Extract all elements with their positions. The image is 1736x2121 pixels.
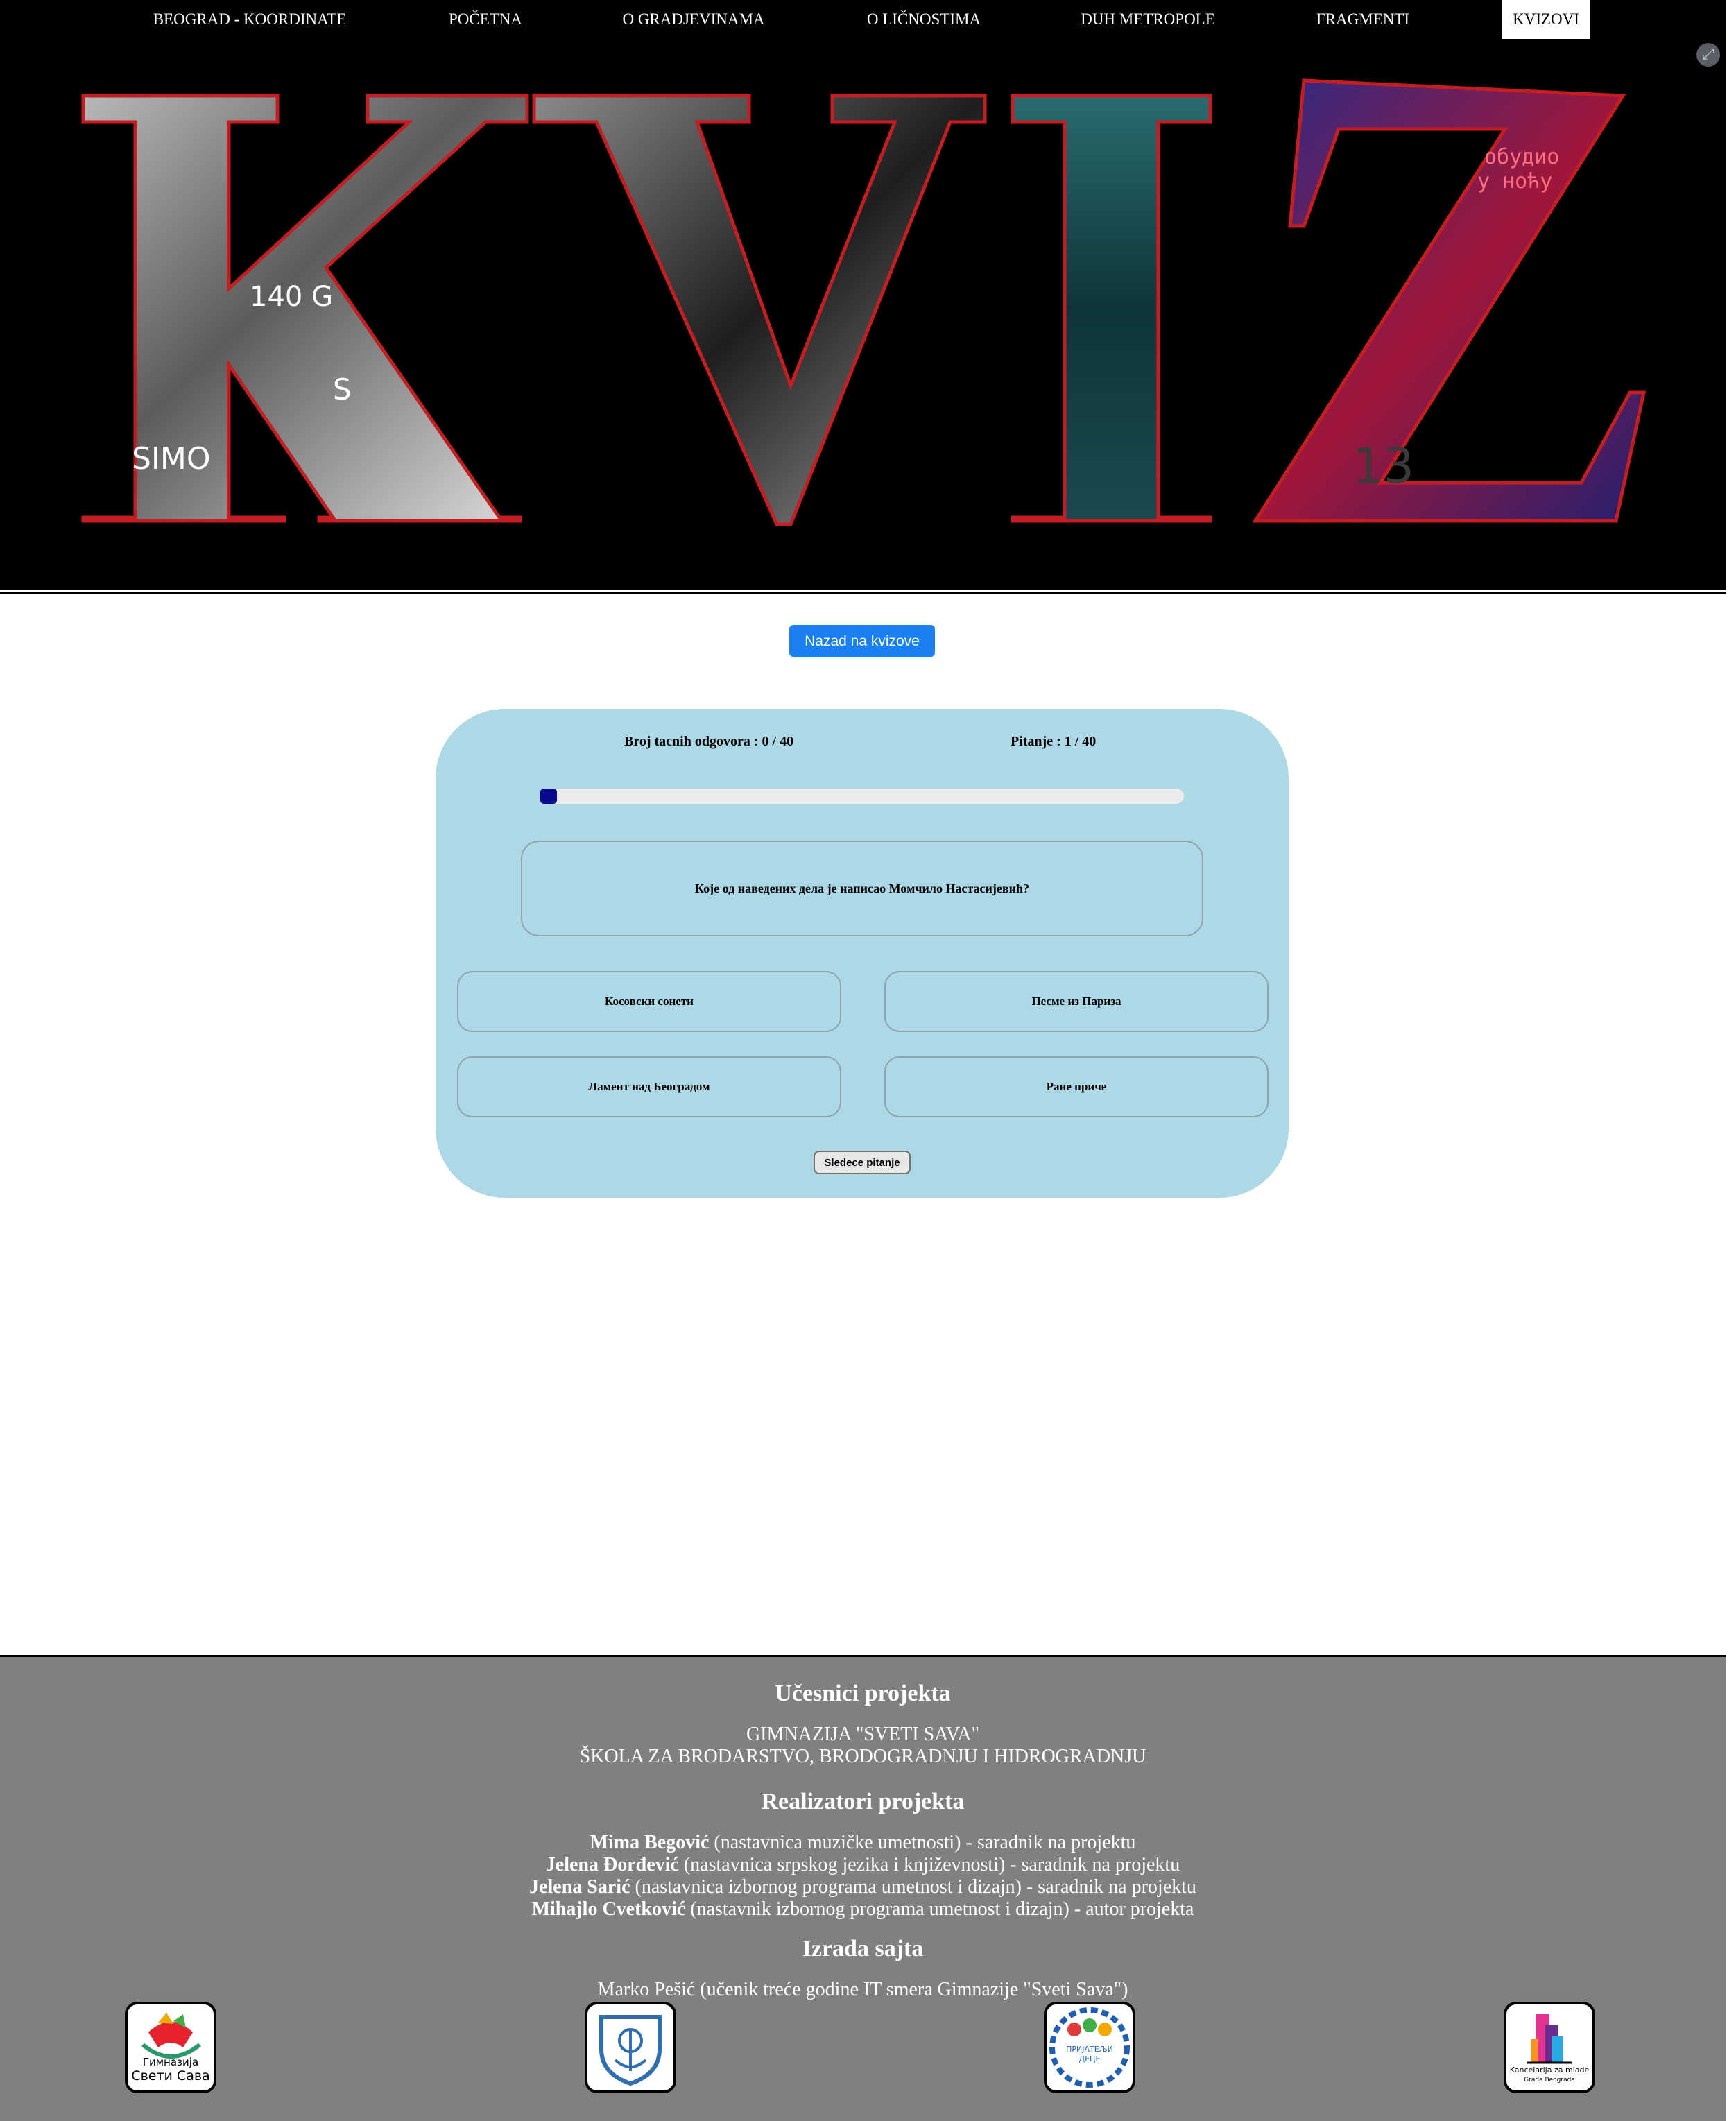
participants-heading: Učesnici projekta bbox=[775, 1681, 951, 1706]
brodarska-skola-logo[interactable] bbox=[585, 2002, 676, 2093]
prijatelji-dece-logo[interactable]: ПРИЈАТЕЉИ ДЕЦЕ bbox=[1044, 2002, 1135, 2093]
question-box: Које од наведених дела је написао Момчил… bbox=[521, 841, 1203, 936]
top-navigation: BEOGRAD - KOORDINATE POČETNA O GRADJEVIN… bbox=[0, 0, 1726, 39]
svg-text:13: 13 bbox=[1352, 438, 1414, 495]
site-author: Marko Pešić (učenik treće godine IT smer… bbox=[597, 1979, 1128, 2000]
answer-option-2[interactable]: Песме из Париза bbox=[884, 971, 1269, 1032]
svg-text:обудио: обудио bbox=[1484, 145, 1559, 169]
hero-divider bbox=[0, 592, 1726, 594]
back-to-quizzes-button[interactable]: Nazad na kvizove bbox=[789, 625, 935, 657]
footer: Učesnici projekta GIMNAZIJA "SVETI SAVA"… bbox=[0, 1657, 1726, 2121]
expand-icon[interactable]: ⤢ bbox=[1696, 43, 1720, 67]
question-counter: Pitanje : 1 / 40 bbox=[1011, 734, 1097, 749]
quiz-progress-fill bbox=[540, 789, 557, 804]
kviz-collage-title: 140 G SIMO S обудио у ноћу 13 bbox=[81, 78, 1647, 526]
hero-banner: 140 G SIMO S обудио у ноћу 13 bbox=[0, 39, 1726, 590]
next-question-button[interactable]: Sledece pitanje bbox=[814, 1151, 911, 1174]
nav-item-o-licnostima[interactable]: O LIČNOSTIMA bbox=[848, 0, 1000, 39]
letter-v bbox=[532, 94, 987, 526]
participant-school-1: GIMNAZIJA "SVETI SAVA" bbox=[746, 1724, 980, 1745]
realizer-row: Jelena Đorđević (nastavnica srpskog jezi… bbox=[545, 1854, 1180, 1875]
answer-option-3[interactable]: Ламент над Београдом bbox=[457, 1056, 841, 1117]
participant-school-2: ŠKOLA ZA BRODARSTVO, BRODOGRADNJU I HIDR… bbox=[579, 1746, 1146, 1767]
letter-z: обудио у ноћу 13 bbox=[1252, 78, 1647, 523]
svg-text:140 G: 140 G bbox=[250, 281, 333, 313]
correct-answers-counter: Broj tacnih odgovora : 0 / 40 bbox=[624, 734, 794, 749]
realizer-row: Jelena Sarić (nastavnica izbornog progra… bbox=[529, 1876, 1196, 1898]
gimnazija-sveti-sava-logo[interactable]: Гимназија Свети Сава bbox=[125, 2002, 216, 2093]
site-heading: Izrada sajta bbox=[802, 1936, 924, 1961]
letter-k: 140 G SIMO S bbox=[81, 94, 529, 523]
nav-item-o-gradjevinama[interactable]: O GRADJEVINAMA bbox=[610, 0, 777, 39]
letter-i bbox=[1011, 94, 1212, 523]
nav-item-duh-metropole[interactable]: DUH METROPOLE bbox=[1068, 0, 1228, 39]
answer-option-4-label: Ране приче bbox=[1046, 1080, 1107, 1093]
answer-option-1-label: Косовски сонети bbox=[605, 995, 694, 1008]
nav-item-beograd-koordinate[interactable]: BEOGRAD - KOORDINATE bbox=[146, 0, 354, 39]
answer-option-3-label: Ламент над Београдом bbox=[588, 1080, 710, 1093]
nav-item-fragmenti[interactable]: FRAGMENTI bbox=[1304, 0, 1422, 39]
kancelarija-za-mlade-logo[interactable]: Kancelarija za mlade Grada Beograda bbox=[1504, 2002, 1595, 2093]
answer-option-4[interactable]: Ране приче bbox=[884, 1056, 1269, 1117]
realizer-row: Mima Begović (nastavnica muzičke umetnos… bbox=[590, 1832, 1136, 1853]
realizers-heading: Realizatori projekta bbox=[761, 1789, 965, 1814]
quiz-card bbox=[436, 709, 1289, 1198]
answer-option-2-label: Песме из Париза bbox=[1031, 995, 1121, 1008]
svg-text:SIMO: SIMO bbox=[132, 441, 211, 476]
realizer-row: Mihajlo Cvetković (nastavnik izbornog pr… bbox=[531, 1898, 1194, 1920]
question-text: Које од наведених дела је написао Момчил… bbox=[695, 881, 1029, 895]
svg-text:у ноћу: у ноћу bbox=[1477, 169, 1552, 194]
svg-text:S: S bbox=[333, 372, 352, 406]
nav-item-pocetna[interactable]: POČETNA bbox=[430, 0, 541, 39]
answer-option-1[interactable]: Косовски сонети bbox=[457, 971, 841, 1032]
anchor-shield-icon bbox=[599, 2015, 662, 2086]
nav-item-kvizovi[interactable]: KVIZOVI bbox=[1502, 0, 1590, 39]
quiz-progress-bar bbox=[540, 789, 1184, 804]
